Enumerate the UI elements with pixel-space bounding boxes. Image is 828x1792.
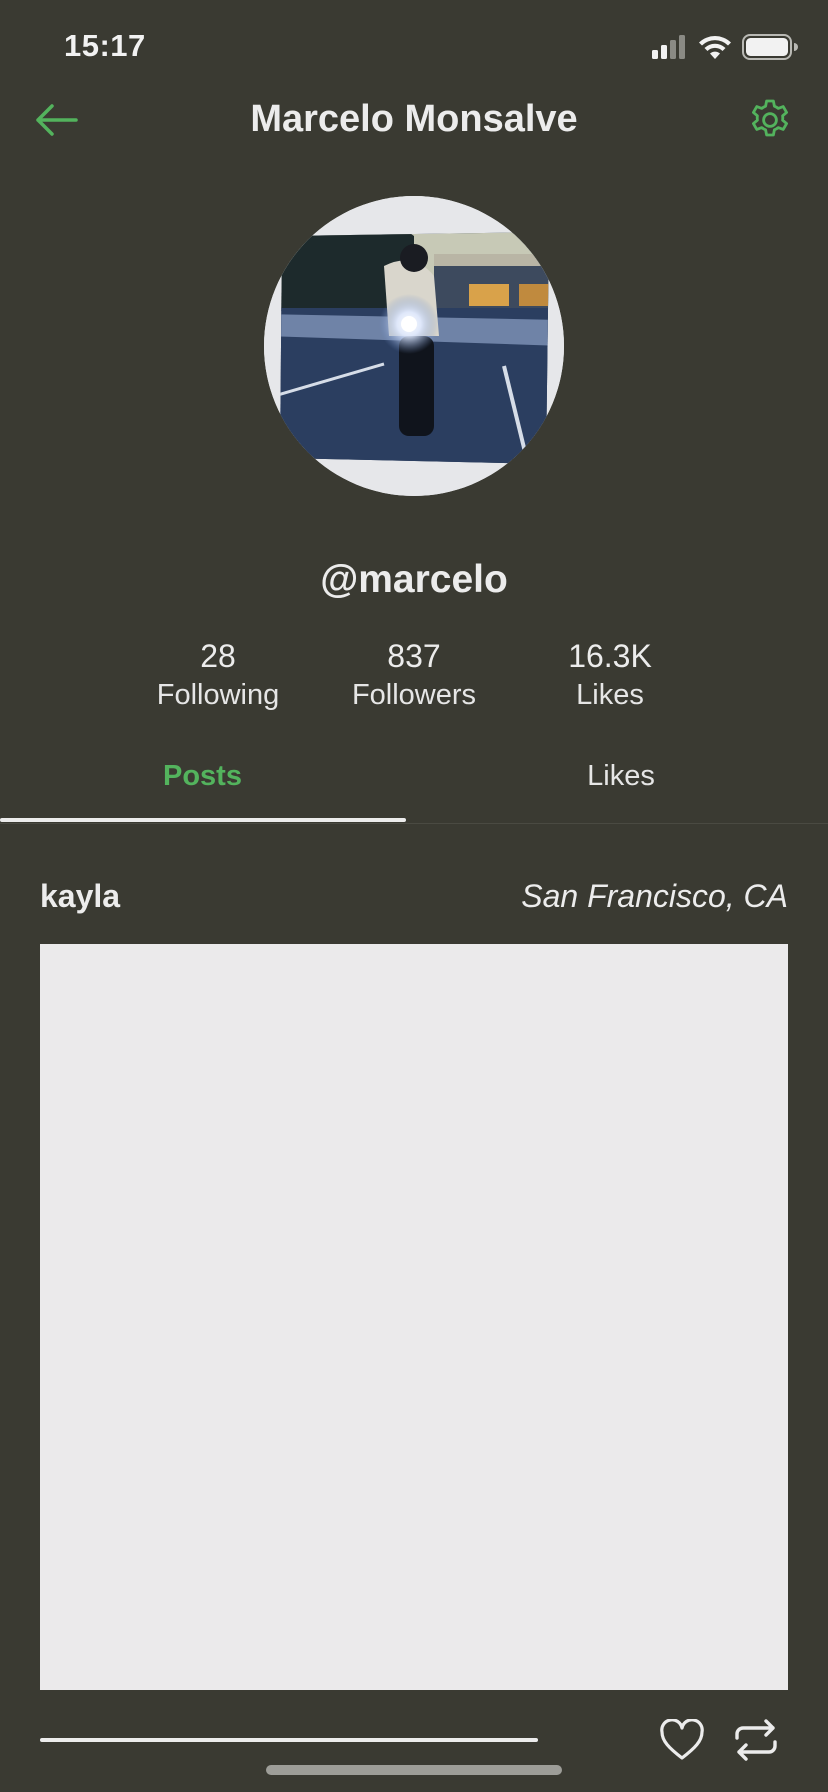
gear-icon [752, 99, 788, 137]
tab-posts[interactable]: Posts [0, 760, 405, 793]
repost-button[interactable] [730, 1716, 782, 1764]
repost-icon [735, 1719, 777, 1761]
stat-value: 16.3K [568, 638, 652, 674]
post-author[interactable]: kayla [40, 878, 120, 915]
profile-username: @marcelo [320, 558, 508, 601]
profile-screen: 15:17 Marcelo Monsalve @marcelo 28 Follo… [0, 0, 828, 1792]
status-icons [652, 34, 798, 60]
tab-likes[interactable]: Likes [414, 760, 828, 793]
stat-label: Followers [351, 679, 477, 711]
stat-following[interactable]: 28 Following [128, 636, 308, 714]
avatar[interactable] [264, 196, 564, 496]
post-footer [40, 1716, 788, 1768]
stat-likes[interactable]: 16.3K Likes [520, 636, 700, 714]
battery-icon [742, 34, 798, 60]
tab-active-indicator [0, 818, 406, 822]
settings-button[interactable] [744, 94, 796, 146]
post-header: kayla San Francisco, CA [40, 874, 788, 924]
wifi-icon [699, 36, 731, 59]
signal-icon [652, 35, 685, 59]
stat-label: Likes [576, 679, 644, 711]
heart-icon [660, 1719, 704, 1760]
like-button[interactable] [658, 1716, 706, 1764]
post-progress-bar [40, 1738, 538, 1742]
avatar-photo [264, 196, 564, 496]
profile-header: Marcelo Monsalve [0, 90, 828, 154]
page-title: Marcelo Monsalve [250, 98, 578, 140]
stat-label: Following [156, 679, 280, 711]
stat-value: 28 [200, 638, 236, 674]
post-image[interactable] [40, 944, 788, 1690]
stat-value: 837 [387, 638, 441, 674]
stat-followers[interactable]: 837 Followers [324, 636, 504, 714]
status-time: 15:17 [64, 28, 146, 63]
profile-tabs: Posts Likes [0, 750, 828, 824]
home-indicator [266, 1765, 562, 1775]
status-bar: 15:17 [0, 0, 828, 100]
post-location: San Francisco, CA [521, 878, 788, 914]
